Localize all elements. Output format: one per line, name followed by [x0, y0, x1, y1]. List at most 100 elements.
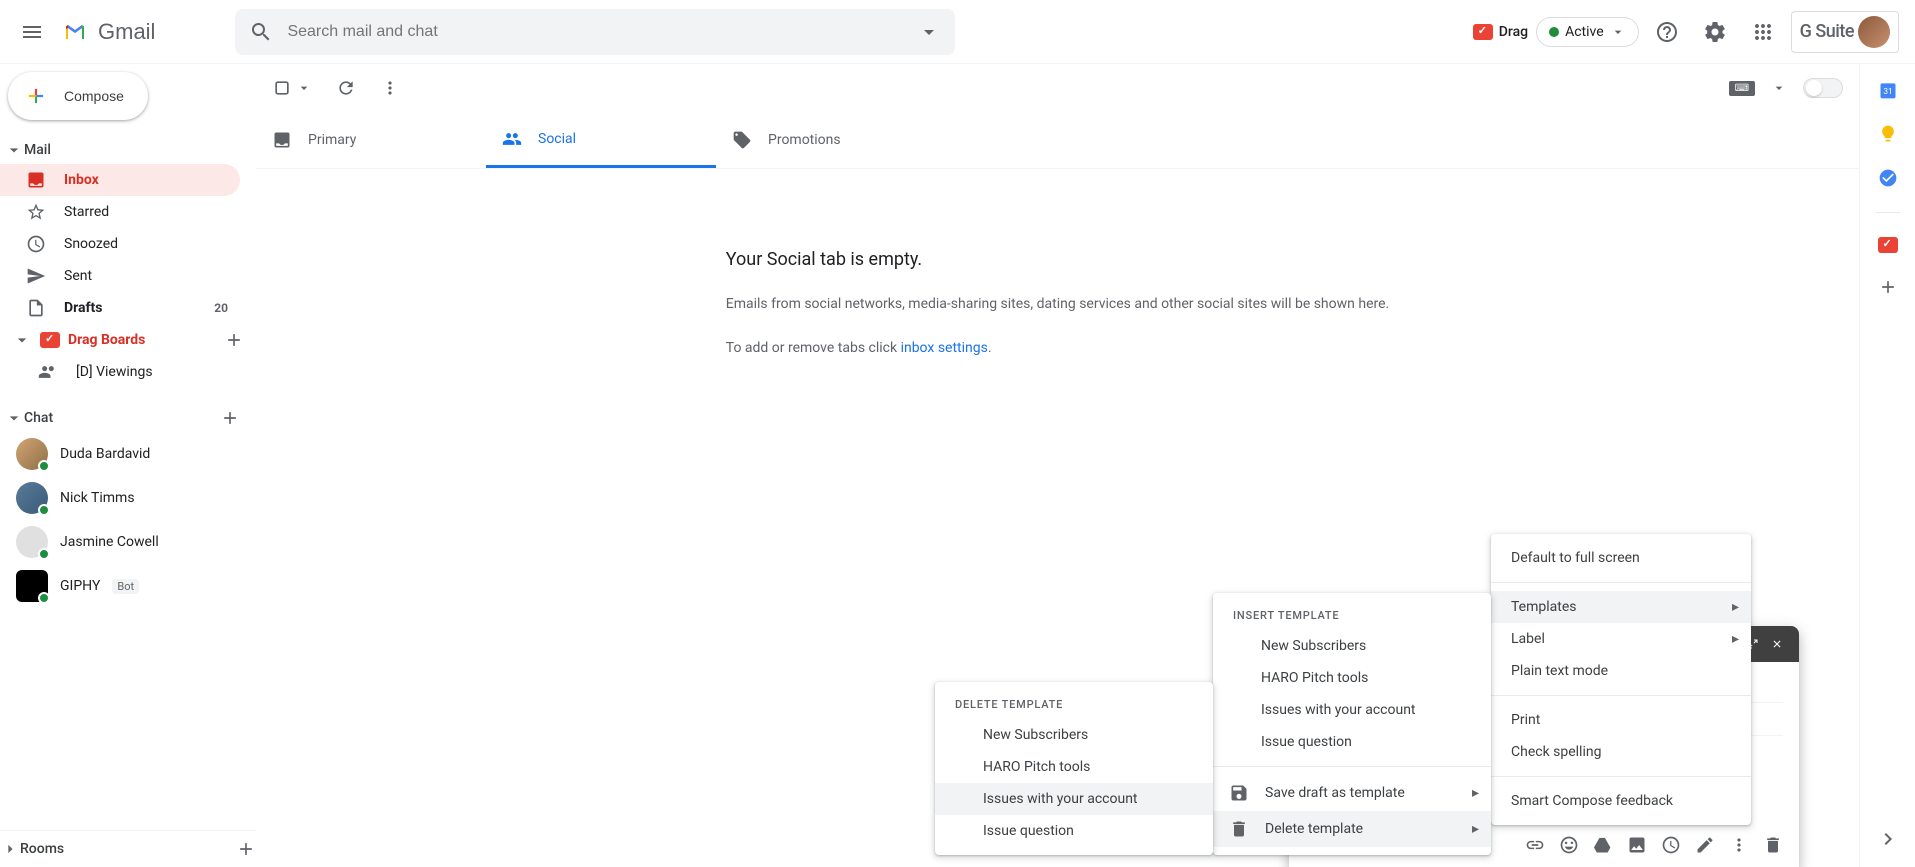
empty-settings-line: To add or remove tabs click inbox settin… [726, 338, 1389, 358]
draft-icon [26, 298, 46, 318]
delete-template-issues-account[interactable]: Issues with your account [935, 783, 1213, 815]
search-input[interactable] [287, 23, 917, 41]
delete-template-new-subscribers[interactable]: New Subscribers [935, 719, 1213, 751]
mail-section-label: Mail [24, 142, 51, 158]
menu-default-fullscreen[interactable]: Default to full screen [1491, 542, 1751, 574]
drive-icon[interactable] [1593, 835, 1613, 855]
save-icon [1229, 783, 1249, 803]
sidebar-item-snoozed[interactable]: Snoozed [0, 228, 240, 260]
template-haro[interactable]: HARO Pitch tools [1213, 662, 1491, 694]
main-menu-button[interactable] [8, 8, 56, 56]
menu-check-spelling[interactable]: Check spelling [1491, 736, 1751, 768]
add-room-icon[interactable] [236, 839, 256, 859]
chat-giphy[interactable]: GIPHY Bot [0, 564, 256, 608]
tab-promotions[interactable]: Promotions [716, 112, 946, 168]
compose-toolbar [1525, 823, 1783, 867]
star-icon [26, 202, 46, 222]
settings-button[interactable] [1695, 12, 1735, 52]
chat-duda[interactable]: Duda Bardavid [0, 432, 256, 476]
more-options-icon[interactable] [1729, 835, 1749, 855]
gsuite-text: G Suite [1800, 21, 1854, 42]
presence-indicator [38, 592, 50, 604]
keep-icon[interactable] [1878, 124, 1898, 144]
more-icon[interactable] [380, 78, 400, 98]
delete-template-issue-question[interactable]: Issue question [935, 815, 1213, 847]
menu-divider [1491, 695, 1751, 696]
delete-template-heading: DELETE TEMPLATE [935, 690, 1213, 719]
chat-section-header[interactable]: Chat [0, 404, 256, 432]
delete-template-haro[interactable]: HARO Pitch tools [935, 751, 1213, 783]
link-icon[interactable] [1525, 835, 1545, 855]
plus-icon [20, 80, 52, 112]
sidebar-item-sent[interactable]: Sent [0, 260, 240, 292]
rooms-section-header[interactable]: Rooms [0, 830, 256, 867]
sent-label: Sent [64, 268, 92, 284]
menu-templates[interactable]: Templates [1491, 591, 1751, 623]
chevron-down-icon[interactable] [1771, 80, 1787, 96]
add-chat-icon[interactable] [220, 408, 240, 428]
sidebar-item-drafts[interactable]: Drafts 20 [0, 292, 240, 324]
inbox-settings-link[interactable]: inbox settings [901, 340, 988, 356]
send-icon [26, 266, 46, 286]
status-selector[interactable]: Active [1536, 17, 1639, 47]
viewings-label: [D] Viewings [76, 364, 153, 380]
drag-boards-header[interactable]: Drag Boards [0, 324, 256, 356]
calendar-icon[interactable]: 31 [1878, 80, 1898, 100]
menu-smart-compose-feedback[interactable]: Smart Compose feedback [1491, 785, 1751, 817]
search-box[interactable] [235, 9, 955, 55]
input-tools[interactable]: ⌨ [1729, 81, 1755, 96]
discard-icon[interactable] [1763, 835, 1783, 855]
search-options-icon[interactable] [917, 20, 941, 44]
drag-extension[interactable]: Drag [1473, 24, 1528, 40]
chat-nick[interactable]: Nick Timms [0, 476, 256, 520]
template-issues-account[interactable]: Issues with your account [1213, 694, 1491, 726]
emoji-icon[interactable] [1559, 835, 1579, 855]
add-board-icon[interactable] [224, 330, 244, 350]
mail-section-header[interactable]: Mail [0, 136, 256, 164]
tasks-icon[interactable] [1878, 168, 1898, 188]
chevron-down-icon [296, 80, 312, 96]
menu-divider [1213, 766, 1491, 767]
close-icon[interactable] [1771, 638, 1783, 650]
refresh-icon[interactable] [336, 78, 356, 98]
chevron-right-icon [0, 839, 20, 859]
support-button[interactable] [1647, 12, 1687, 52]
signature-icon[interactable] [1695, 835, 1715, 855]
tab-primary[interactable]: Primary [256, 112, 486, 168]
account-avatar[interactable] [1858, 16, 1890, 48]
split-pane-toggle[interactable] [1803, 78, 1843, 98]
drag-panel-icon[interactable] [1878, 237, 1898, 253]
chat-name: Duda Bardavid [60, 446, 150, 462]
inbox-icon [26, 170, 46, 190]
chevron-down-icon [4, 140, 24, 160]
chat-section-label: Chat [24, 410, 53, 426]
tab-social-label: Social [538, 131, 576, 147]
sidebar-item-starred[interactable]: Starred [0, 196, 240, 228]
delete-icon [1229, 819, 1249, 839]
tab-social[interactable]: Social [486, 112, 716, 168]
expand-panel-icon[interactable] [1876, 827, 1900, 851]
sidebar-item-inbox[interactable]: Inbox [0, 164, 240, 196]
chat-jasmine[interactable]: Jasmine Cowell [0, 520, 256, 564]
menu-save-draft-template[interactable]: Save draft as template [1213, 775, 1491, 811]
menu-divider [1491, 582, 1751, 583]
select-all-checkbox[interactable] [272, 78, 312, 98]
photo-icon[interactable] [1627, 835, 1647, 855]
gsuite-button[interactable]: G Suite [1791, 11, 1899, 53]
compose-button[interactable]: Compose [8, 72, 148, 120]
menu-print[interactable]: Print [1491, 704, 1751, 736]
snoozed-label: Snoozed [64, 236, 118, 252]
avatar [16, 570, 48, 602]
menu-plain-text[interactable]: Plain text mode [1491, 655, 1751, 687]
add-panel-icon[interactable] [1878, 277, 1898, 297]
menu-delete-template[interactable]: Delete template [1213, 811, 1491, 847]
template-new-subscribers[interactable]: New Subscribers [1213, 630, 1491, 662]
menu-label[interactable]: Label [1491, 623, 1751, 655]
starred-label: Starred [64, 204, 109, 220]
confidential-icon[interactable] [1661, 835, 1681, 855]
apps-button[interactable] [1743, 12, 1783, 52]
sidebar: Compose Mail Inbox Starred Snoozed Sent … [0, 64, 256, 867]
board-viewings[interactable]: [D] Viewings [0, 356, 240, 388]
gmail-logo[interactable]: Gmail [60, 19, 155, 45]
template-issue-question[interactable]: Issue question [1213, 726, 1491, 758]
